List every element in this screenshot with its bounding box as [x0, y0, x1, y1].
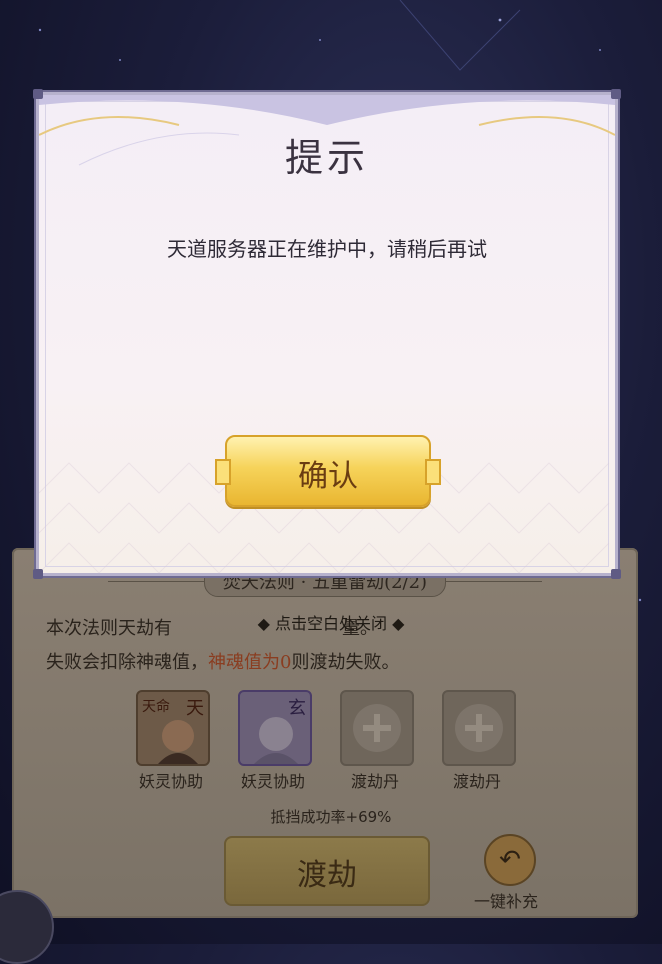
slot-label-4: 渡劫丹	[452, 772, 501, 791]
dialog-title: 提示	[284, 136, 369, 180]
confirm-label: 确认	[298, 459, 358, 494]
notice-dialog: 提示 天道服务器正在维护中，请稍后再试 确认	[33, 89, 621, 579]
dujie-label: 渡劫	[297, 858, 357, 893]
close-hint: ◆ 点击空白处关闭 ◆	[257, 614, 405, 633]
slot-badge: 玄	[288, 698, 306, 719]
close-hint-text: 点击空白处关闭	[274, 614, 387, 633]
corner-ornament	[33, 89, 43, 99]
plus-icon	[455, 704, 503, 752]
corner-ornament	[611, 89, 621, 99]
assist-slot-2[interactable]: 玄	[238, 690, 312, 766]
slot-label-2: 妖灵协助	[240, 772, 305, 791]
rule-line-2: 失败会扣除神魂值，神魂值为0则渡劫失败。	[46, 648, 399, 674]
dialog-message: 天道服务器正在维护中，请稍后再试	[167, 237, 487, 261]
corner-ornament	[611, 569, 621, 579]
soul-value-highlight: 神魂值为0	[208, 652, 292, 673]
confirm-button[interactable]: 确认	[215, 435, 441, 507]
slot-label-1: 妖灵协助	[138, 772, 203, 791]
plus-icon	[353, 704, 401, 752]
one-click-refill-label[interactable]: 一键补充	[456, 888, 556, 912]
rule-line-2-end: 则渡劫失败。	[291, 652, 400, 673]
slot-label-3: 渡劫丹	[350, 772, 399, 791]
dujie-button[interactable]: 渡劫	[224, 836, 430, 906]
slot-badge: 天	[186, 698, 204, 719]
undo-arrow-icon[interactable]: ↶	[484, 834, 536, 886]
pill-slot-1[interactable]	[340, 690, 414, 766]
pill-slot-2[interactable]	[442, 690, 516, 766]
corner-ornament	[33, 569, 43, 579]
success-rate: 抵挡成功率+69%	[270, 808, 392, 826]
rule-line-2-text: 失败会扣除神魂值，	[46, 652, 208, 673]
slot-tag-tianming: 天命	[142, 699, 170, 715]
assist-slot-1[interactable]: 天命 天	[136, 690, 210, 766]
